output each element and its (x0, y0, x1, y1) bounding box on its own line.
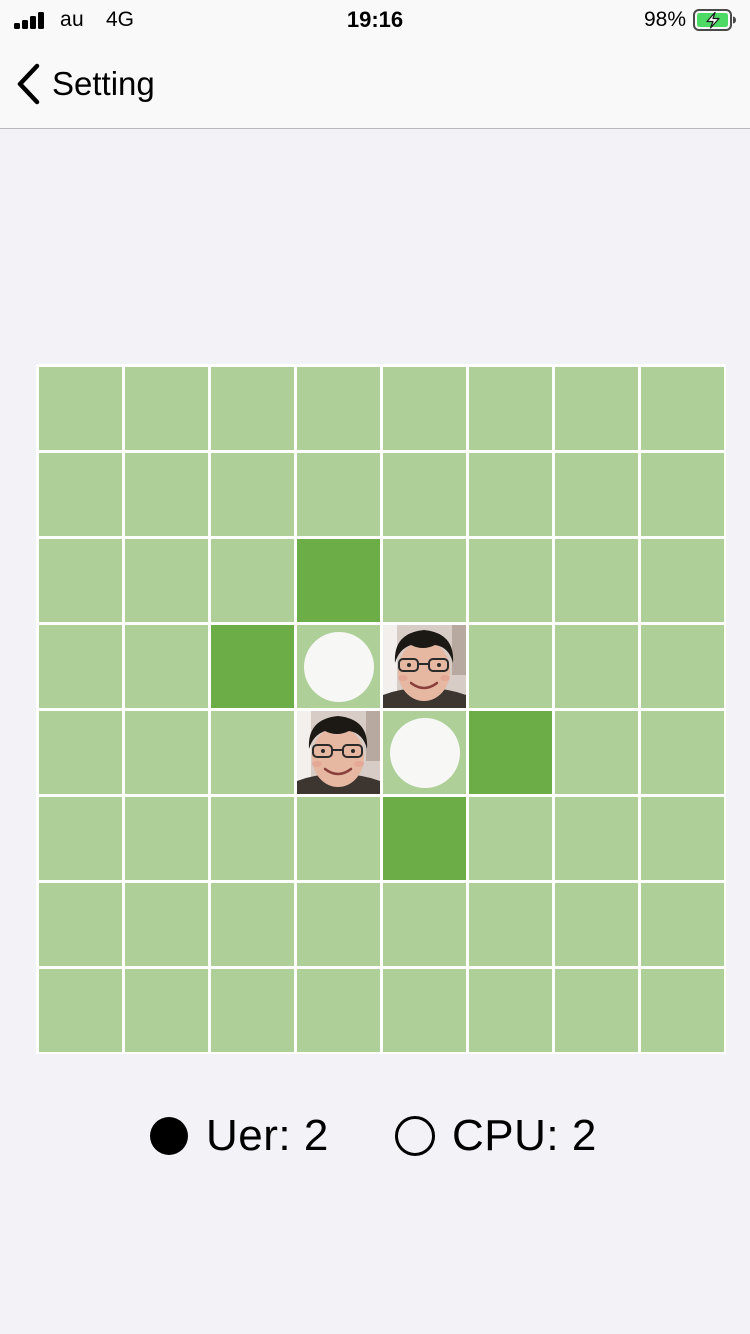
board-cell[interactable] (555, 625, 638, 708)
board-cell[interactable] (383, 453, 466, 536)
board-cell[interactable] (641, 711, 724, 794)
user-photo-piece (383, 625, 466, 708)
board-cell[interactable] (469, 797, 552, 880)
board-cell[interactable] (39, 711, 122, 794)
board-cell[interactable] (39, 797, 122, 880)
cpu-score-label: CPU: 2 (452, 1111, 597, 1160)
back-button-label: Setting (52, 65, 155, 102)
board-cell[interactable] (555, 367, 638, 450)
cpu-score: CPU: 2 (395, 1108, 597, 1164)
board-cell[interactable] (555, 711, 638, 794)
board-cell[interactable] (383, 539, 466, 622)
board-cell-valid-move[interactable] (211, 625, 294, 708)
board-cell[interactable] (469, 883, 552, 966)
board-cell[interactable] (469, 625, 552, 708)
board-cell[interactable] (125, 453, 208, 536)
board-cell[interactable] (39, 367, 122, 450)
board-cell[interactable] (211, 367, 294, 450)
board-cell[interactable] (555, 453, 638, 536)
board-cell[interactable] (211, 453, 294, 536)
board-cell-user[interactable] (297, 711, 380, 794)
battery-charging-icon (693, 9, 736, 31)
board-cell[interactable] (125, 797, 208, 880)
board-cell[interactable] (297, 453, 380, 536)
board-cell[interactable] (469, 453, 552, 536)
board-cell[interactable] (211, 539, 294, 622)
board-cell[interactable] (555, 539, 638, 622)
board-cell[interactable] (125, 711, 208, 794)
board-cell[interactable] (297, 883, 380, 966)
game-board (36, 364, 726, 1054)
board-cell-valid-move[interactable] (383, 797, 466, 880)
board-cell[interactable] (39, 625, 122, 708)
board-cell-valid-move[interactable] (297, 539, 380, 622)
board-cell[interactable] (641, 969, 724, 1052)
board-cell[interactable] (297, 969, 380, 1052)
board-cell[interactable] (39, 539, 122, 622)
board-cell-white[interactable] (297, 625, 380, 708)
hollow-circle-icon (395, 1116, 435, 1156)
board-cell[interactable] (469, 367, 552, 450)
user-photo-piece (297, 711, 380, 794)
status-bar: au 4G 19:16 98% (0, 0, 750, 40)
board-cell-user[interactable] (383, 625, 466, 708)
user-score: Uer: 2 (150, 1108, 329, 1164)
status-time: 19:16 (346, 7, 404, 32)
board-cell[interactable] (383, 969, 466, 1052)
board-cell[interactable] (383, 367, 466, 450)
board-cell-valid-move[interactable] (469, 711, 552, 794)
white-disc (304, 632, 374, 702)
board-cell[interactable] (125, 883, 208, 966)
board-cell[interactable] (555, 969, 638, 1052)
score-bar: Uer: 2 CPU: 2 (0, 1108, 750, 1164)
board-cell[interactable] (39, 883, 122, 966)
navigation-bar: Setting (0, 40, 750, 129)
board-cell[interactable] (469, 539, 552, 622)
board-cell[interactable] (211, 797, 294, 880)
user-score-label: Uer: 2 (206, 1111, 329, 1160)
board-cell[interactable] (297, 797, 380, 880)
chevron-left-icon (17, 63, 40, 105)
battery-percentage: 98% (643, 8, 686, 31)
board-cell[interactable] (39, 453, 122, 536)
board-cell[interactable] (125, 539, 208, 622)
board-cell[interactable] (469, 969, 552, 1052)
board-cell[interactable] (383, 883, 466, 966)
board-cell[interactable] (39, 969, 122, 1052)
board-cell[interactable] (641, 539, 724, 622)
board-cell[interactable] (125, 969, 208, 1052)
board-cell[interactable] (641, 453, 724, 536)
board-cell[interactable] (641, 367, 724, 450)
back-button[interactable]: Setting (10, 58, 163, 110)
board-cell[interactable] (297, 367, 380, 450)
board-cell[interactable] (125, 367, 208, 450)
board-cell[interactable] (211, 969, 294, 1052)
board-cell[interactable] (211, 711, 294, 794)
board-cell[interactable] (641, 883, 724, 966)
board-cell[interactable] (211, 883, 294, 966)
white-disc (390, 718, 460, 788)
board-cell[interactable] (641, 797, 724, 880)
board-cell[interactable] (641, 625, 724, 708)
board-cell[interactable] (125, 625, 208, 708)
filled-circle-icon (150, 1117, 188, 1155)
board-cell-white[interactable] (383, 711, 466, 794)
board-cell[interactable] (555, 883, 638, 966)
board-cell[interactable] (555, 797, 638, 880)
